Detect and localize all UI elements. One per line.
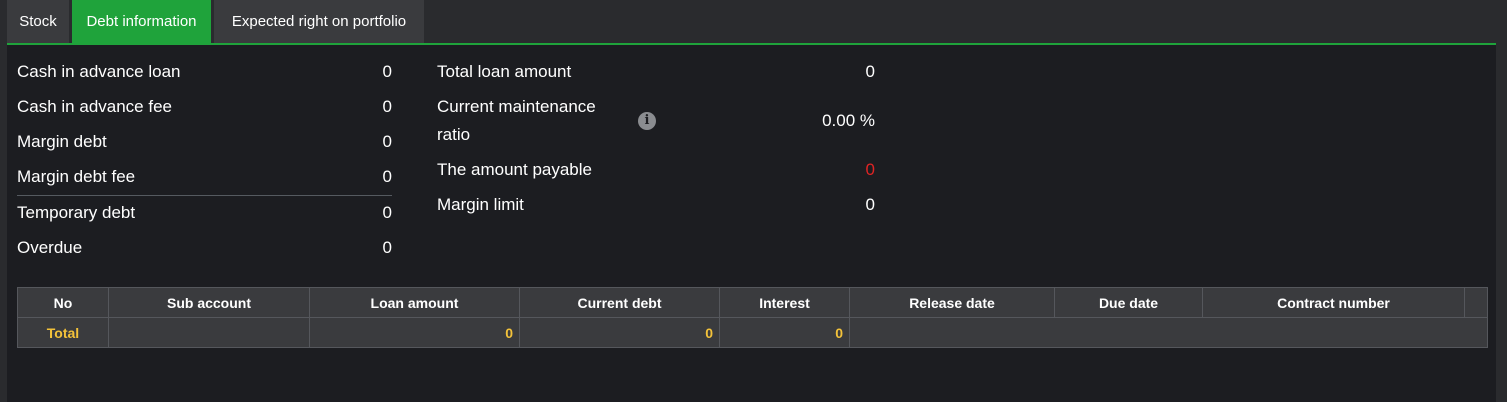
table-header-row: No Sub account Loan amount Current debt … <box>17 287 1488 318</box>
summary-value: 0.00 % <box>822 111 875 130</box>
info-icon[interactable]: i <box>638 112 656 130</box>
column-header-loan-amount[interactable]: Loan amount <box>309 287 520 318</box>
summary-label: Margin limit <box>437 195 524 214</box>
column-header-current-debt[interactable]: Current debt <box>519 287 720 318</box>
scrollbar[interactable] <box>1496 45 1507 402</box>
summary-label: Total loan amount <box>437 62 572 81</box>
summary-label: Cash in advance loan <box>17 62 181 81</box>
summary-divider <box>17 195 392 196</box>
summary-label: Cash in advance fee <box>17 97 172 116</box>
column-header-no[interactable]: No <box>17 287 109 318</box>
column-header-sub-account[interactable]: Sub account <box>108 287 310 318</box>
summary-value: 0 <box>382 132 392 151</box>
summary-value: 0 <box>382 167 392 186</box>
summary-label-line1: Current maintenance <box>437 97 596 116</box>
summary-label: Margin debt fee <box>17 167 136 186</box>
summary-label-line2: ratio <box>437 125 471 144</box>
total-current-debt: 0 <box>519 317 720 348</box>
summary-value: 0 <box>382 62 392 81</box>
total-label: Total <box>17 317 109 348</box>
summary-value-negative: 0 <box>865 160 875 179</box>
tab-bar: Stock Debt information Expected right on… <box>0 0 1507 45</box>
summary-label: Overdue <box>17 238 83 257</box>
total-interest: 0 <box>719 317 850 348</box>
summary-value: 0 <box>382 203 392 222</box>
summary-value: 0 <box>865 195 875 214</box>
summary-value: 0 <box>865 62 875 81</box>
total-empty-cell <box>849 317 1488 348</box>
tab-stock[interactable]: Stock <box>7 0 69 43</box>
summary-label: Temporary debt <box>17 203 136 222</box>
table-total-row: Total 0 0 0 <box>17 317 1488 348</box>
total-sub-account <box>108 317 310 348</box>
summary-value: 0 <box>382 97 392 116</box>
summary-label: The amount payable <box>437 160 592 179</box>
debt-table: No Sub account Loan amount Current debt … <box>17 287 1488 348</box>
column-header-due-date[interactable]: Due date <box>1054 287 1203 318</box>
tab-debt-information[interactable]: Debt information <box>72 0 211 43</box>
summary-label: Margin debt <box>17 132 107 151</box>
column-header-interest[interactable]: Interest <box>719 287 850 318</box>
summary-value: 0 <box>382 238 392 257</box>
column-header-contract-number[interactable]: Contract number <box>1202 287 1465 318</box>
tab-expected-right-on-portfolio[interactable]: Expected right on portfolio <box>214 0 424 43</box>
total-loan-amount: 0 <box>309 317 520 348</box>
column-header-spacer <box>1464 287 1488 318</box>
debt-information-panel <box>7 45 1496 402</box>
column-header-release-date[interactable]: Release date <box>849 287 1055 318</box>
